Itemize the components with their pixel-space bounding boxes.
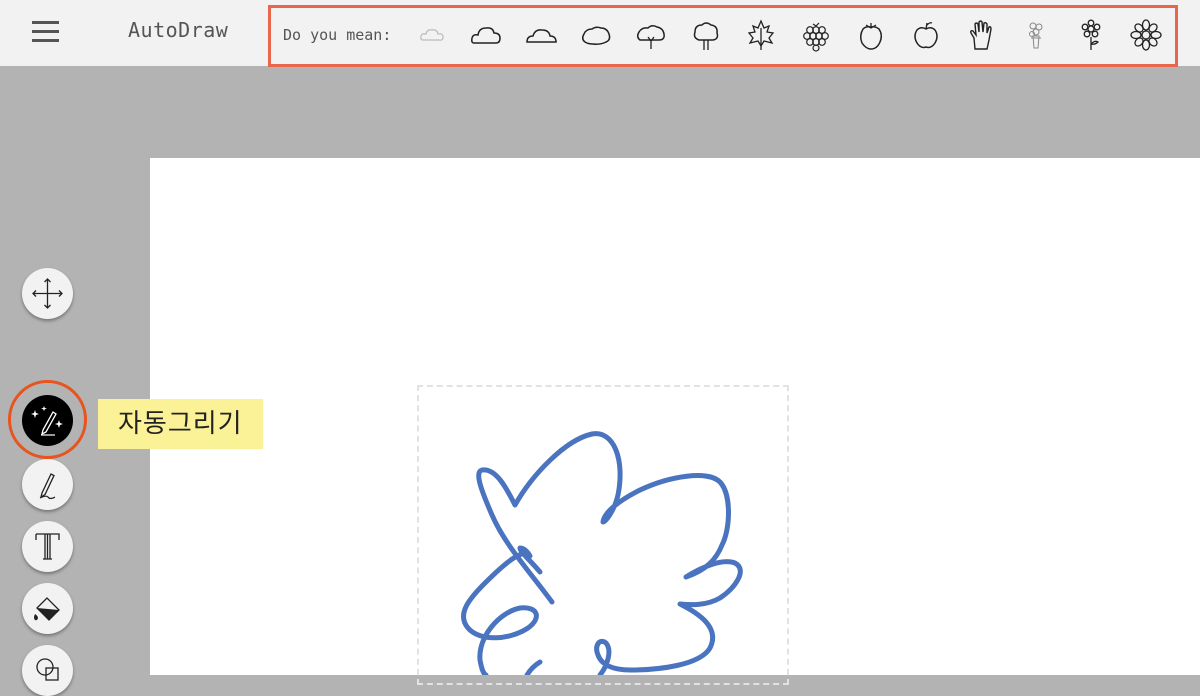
text-tool[interactable] [22, 521, 73, 572]
text-icon [35, 533, 60, 560]
user-drawing [461, 431, 743, 675]
shapes-icon [36, 658, 59, 681]
autodraw-tool[interactable] [22, 395, 73, 446]
tooltip: 자동그리기 [98, 399, 263, 449]
paint-bucket-icon [34, 597, 60, 621]
move-arrows-icon [32, 278, 63, 309]
sparkle-pencil-icon [31, 406, 63, 436]
pencil-icon [39, 473, 56, 500]
shape-tool[interactable] [22, 645, 73, 696]
move-tool[interactable] [22, 268, 73, 319]
fill-tool[interactable] [22, 583, 73, 634]
draw-tool[interactable] [22, 459, 73, 510]
